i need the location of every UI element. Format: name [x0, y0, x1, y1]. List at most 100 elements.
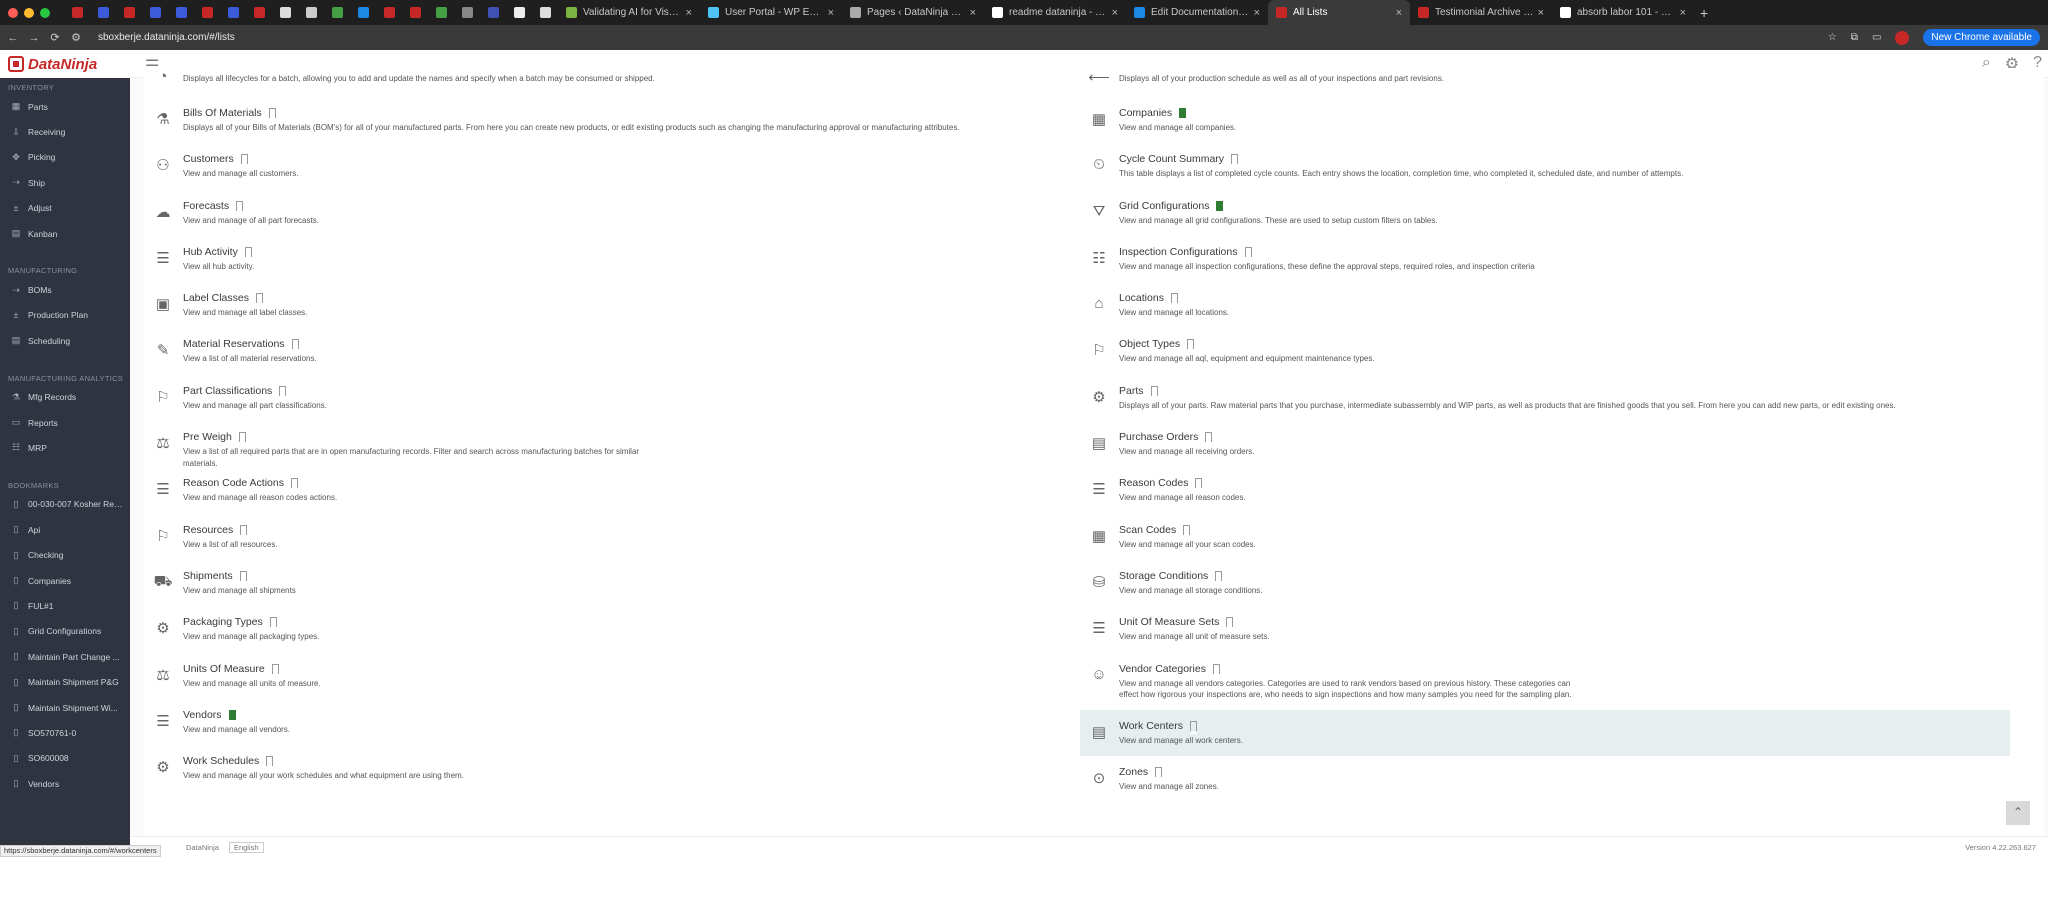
bookmark-toggle-icon[interactable]: [228, 709, 237, 723]
bookmark-toggle-icon[interactable]: [1212, 663, 1221, 677]
list-entry-title[interactable]: Unit Of Measure Sets: [1119, 616, 1219, 628]
bookmark-toggle-icon[interactable]: [1170, 293, 1179, 307]
list-entry[interactable]: ⛁ Storage Conditions View and manage all s…: [1080, 560, 2010, 606]
list-entry-title[interactable]: Object Types: [1119, 338, 1180, 350]
reload-icon[interactable]: ⟳: [47, 31, 63, 44]
bookmark-toggle-icon[interactable]: [1231, 154, 1240, 168]
list-entry-title[interactable]: Work Centers: [1119, 720, 1183, 732]
bookmark-toggle-icon[interactable]: [290, 478, 299, 492]
sidebar-item[interactable]: ▯ Api: [0, 517, 130, 542]
bookmark-toggle-icon[interactable]: [1150, 385, 1159, 399]
bookmark-toggle-icon[interactable]: [1195, 478, 1204, 492]
bookmark-toggle-icon[interactable]: [1216, 200, 1225, 214]
bookmark-toggle-icon[interactable]: [1244, 246, 1253, 260]
list-entry[interactable]: ⚖ Pre Weigh View a list of all required pa…: [144, 421, 1074, 468]
language-selector[interactable]: English: [228, 841, 264, 853]
app-logo[interactable]: DataNinja: [0, 50, 130, 78]
side-panel-icon[interactable]: ▭: [1872, 32, 1881, 43]
list-entry-title[interactable]: Zones: [1119, 766, 1148, 778]
browser-tab[interactable]: Pages ‹ DataNinja — WordPre ×: [842, 0, 984, 25]
list-entry[interactable]: ▣ Label Classes View and manage all label …: [144, 282, 1074, 328]
sidebar-item[interactable]: ⇢ BOMs: [0, 277, 130, 302]
tab-close-icon[interactable]: ×: [1112, 7, 1118, 19]
sidebar-item[interactable]: ▯ Maintain Part Change ...: [0, 644, 130, 669]
list-entry[interactable]: ⚐ Object Types View and manage all aql, eq…: [1080, 328, 2010, 374]
bookmark-toggle-icon[interactable]: [291, 339, 300, 353]
list-entry-title[interactable]: Pre Weigh: [183, 431, 232, 443]
list-entry-title[interactable]: Companies: [1119, 107, 1172, 119]
pinned-tab[interactable]: [220, 0, 246, 25]
tab-close-icon[interactable]: ×: [970, 7, 976, 19]
list-entry-title[interactable]: Scan Codes: [1119, 524, 1176, 536]
browser-tab[interactable]: absorb labor 101 - Google Se ×: [1552, 0, 1694, 25]
bookmark-toggle-icon[interactable]: [1183, 524, 1192, 538]
sidebar-item[interactable]: ± Production Plan: [0, 303, 130, 328]
browser-tab[interactable]: User Portal - WP Engine ×: [700, 0, 842, 25]
sidebar-item[interactable]: ▤ Kanban: [0, 221, 130, 246]
sidebar-item[interactable]: ▯ Companies: [0, 568, 130, 593]
pinned-tab[interactable]: [194, 0, 220, 25]
list-entry-title[interactable]: Shipments: [183, 570, 233, 582]
bookmark-toggle-icon[interactable]: [271, 663, 280, 677]
pinned-tab[interactable]: [376, 0, 402, 25]
list-entry-title[interactable]: Reason Codes: [1119, 477, 1188, 489]
bookmark-toggle-icon[interactable]: [238, 432, 247, 446]
sidebar-item[interactable]: ▯ FUL#1: [0, 593, 130, 618]
chrome-update-button[interactable]: New Chrome available: [1923, 29, 2040, 46]
bookmark-toggle-icon[interactable]: [240, 524, 249, 538]
extensions-icon[interactable]: ⧉: [1851, 32, 1858, 43]
bookmark-toggle-icon[interactable]: [1190, 720, 1198, 734]
bookmark-toggle-icon[interactable]: [1187, 339, 1196, 353]
sidebar-item[interactable]: ▯ 00-030-007 Kosher Rec...: [0, 492, 130, 517]
pinned-tab[interactable]: [246, 0, 272, 25]
list-entry-title[interactable]: Work Schedules: [183, 755, 259, 767]
list-entry-title[interactable]: Locations: [1119, 292, 1164, 304]
back-icon[interactable]: ←: [5, 32, 21, 44]
bookmark-toggle-icon[interactable]: [1226, 617, 1235, 631]
bookmark-toggle-icon[interactable]: [239, 570, 248, 584]
list-entry-title[interactable]: Parts: [1119, 385, 1144, 397]
list-entry[interactable]: ☁ Forecasts View and manage of all part fo…: [144, 190, 1074, 236]
pinned-tab[interactable]: [532, 0, 558, 25]
sidebar-item[interactable]: ▤ Scheduling: [0, 328, 130, 353]
tab-close-icon[interactable]: ×: [828, 7, 834, 19]
profile-avatar[interactable]: [1895, 30, 1910, 45]
bookmark-star-icon[interactable]: ☆: [1828, 32, 1837, 43]
list-entry[interactable]: ⟵ Displays all of your production schedul…: [1080, 68, 2010, 97]
sidebar-item[interactable]: ▯ Vendors: [0, 771, 130, 796]
sidebar-item[interactable]: ▯ SO600008: [0, 746, 130, 771]
browser-tab[interactable]: All Lists ×: [1268, 0, 1410, 25]
list-entry[interactable]: ⛟ Shipments View and manage all shipments: [144, 560, 1074, 606]
tab-close-icon[interactable]: ×: [686, 7, 692, 19]
list-entry[interactable]: ▦ Companies View and manage all companies.: [1080, 97, 2010, 143]
browser-tab[interactable]: Validating AI for Visual Inspec ×: [558, 0, 700, 25]
list-entry-title[interactable]: Purchase Orders: [1119, 431, 1198, 443]
list-entry[interactable]: ⌂ Locations View and manage all locations.: [1080, 282, 2010, 328]
list-entry-title[interactable]: Part Classifications: [183, 385, 272, 397]
url-field[interactable]: sboxberje.dataninja.com/#/lists: [98, 32, 235, 43]
list-entry-title[interactable]: Customers: [183, 153, 234, 165]
list-entry[interactable]: ⚙ Parts Displays all of your parts. Raw ma…: [1080, 375, 2010, 421]
list-entry-title[interactable]: Label Classes: [183, 292, 249, 304]
list-entry-title[interactable]: Inspection Configurations: [1119, 246, 1238, 258]
pinned-tab[interactable]: [402, 0, 428, 25]
list-entry-title[interactable]: Reason Code Actions: [183, 477, 284, 489]
pinned-tab[interactable]: [324, 0, 350, 25]
list-entry[interactable]: ⚐ Resources View a list of all resources.: [144, 514, 1074, 560]
forward-icon[interactable]: →: [26, 32, 42, 44]
list-entry[interactable]: ☷ Inspection Configurations View and manag…: [1080, 236, 2010, 282]
list-entry[interactable]: ⚖ Units Of Measure View and manage all uni…: [144, 653, 1074, 699]
sidebar-item[interactable]: ± Adjust: [0, 196, 130, 221]
pinned-tab[interactable]: [480, 0, 506, 25]
bookmark-toggle-icon[interactable]: [266, 756, 275, 770]
sidebar-item[interactable]: ✥ Picking: [0, 145, 130, 170]
pinned-tab[interactable]: [506, 0, 532, 25]
list-entry-title[interactable]: Forecasts: [183, 200, 229, 212]
pinned-tab[interactable]: [350, 0, 376, 25]
sidebar-item[interactable]: ⇢ Ship: [0, 170, 130, 195]
list-entry-title[interactable]: Material Reservations: [183, 338, 285, 350]
bookmark-toggle-icon[interactable]: [1179, 108, 1188, 121]
list-entry[interactable]: ◔ Displays all lifecycles for a batch, al…: [144, 68, 1074, 97]
list-entry[interactable]: ⚙ Work Schedules View and manage all your …: [144, 745, 1074, 791]
list-entry[interactable]: ▤ Purchase Orders View and manage all rece…: [1080, 421, 2010, 467]
